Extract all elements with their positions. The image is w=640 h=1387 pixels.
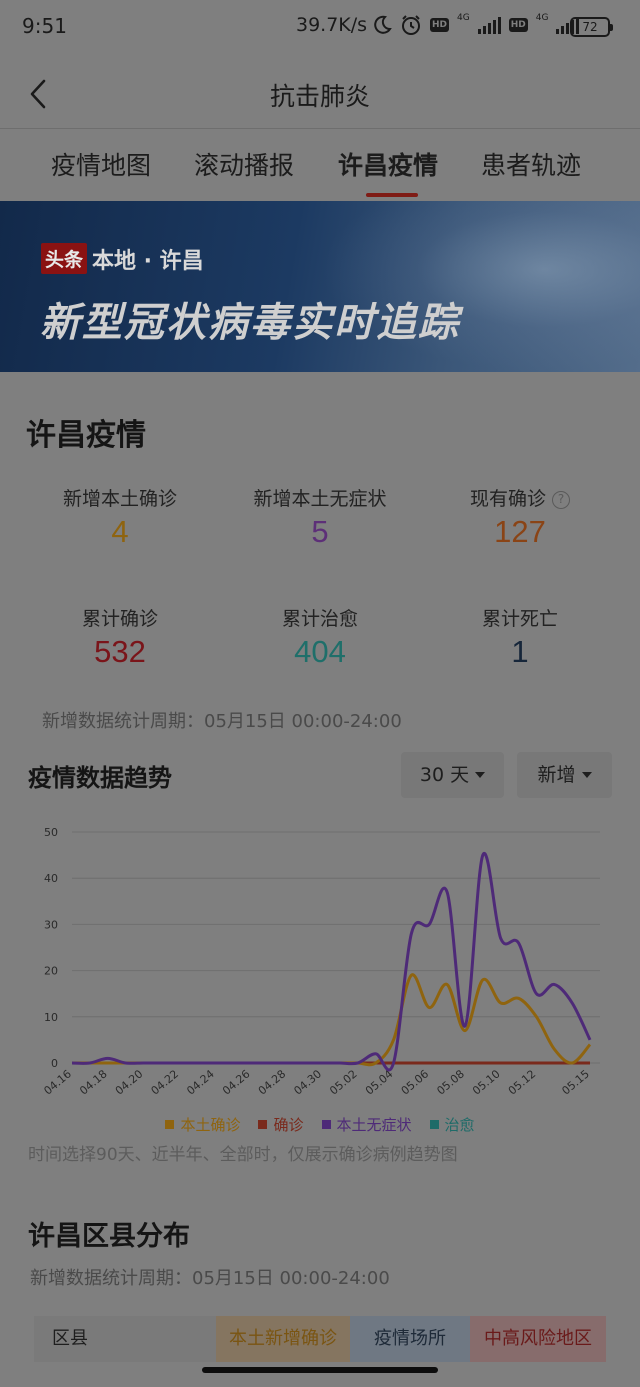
banner-location: 本地 · 许昌	[92, 249, 204, 274]
x-tick-label: 04.28	[256, 1067, 288, 1097]
range-dropdown[interactable]: 30 天	[401, 752, 504, 798]
district-period: 新增数据统计周期：05月15日 00:00-24:00	[30, 1268, 390, 1289]
stat-value-new-local-confirmed: 4	[111, 514, 129, 549]
network-speed: 39.7K/s	[296, 14, 368, 36]
stat-value-new-asymptomatic: 5	[311, 514, 329, 549]
legend-swatch	[165, 1120, 175, 1129]
stat-value-total-deaths: 1	[511, 634, 529, 669]
type-dropdown-value: 新增	[537, 764, 576, 786]
stat-label-total-confirmed: 累计确诊	[81, 608, 158, 630]
legend-swatch	[258, 1120, 268, 1129]
network-type-2: 4G	[535, 13, 549, 23]
legend-item[interactable]: 本土无症状	[321, 1114, 412, 1135]
tab-xuchang-epidemic[interactable]: 许昌疫情	[338, 146, 438, 182]
y-tick-label: 0	[51, 1057, 58, 1070]
hd-icon: HD	[430, 18, 450, 32]
signal-icon	[477, 16, 501, 34]
stat-label-current-confirmed: 现有确诊	[469, 488, 546, 510]
x-tick-label: 04.24	[184, 1067, 216, 1097]
stats-period: 新增数据统计周期：05月15日 00:00-24:00	[42, 711, 402, 732]
x-tick-label: 05.10	[470, 1067, 502, 1097]
legend-label: 本土确诊	[180, 1116, 241, 1134]
battery-icon: 72	[570, 17, 613, 37]
stat-label-new-asymptomatic: 新增本土无症状	[253, 488, 387, 510]
col-local-new-confirmed[interactable]: 本土新增确诊	[216, 1316, 350, 1362]
chart-legend: 本土确诊 确诊 本土无症状 治愈	[0, 1114, 640, 1135]
col-epidemic-sites[interactable]: 疫情场所	[350, 1316, 470, 1362]
col-district[interactable]: 区县	[34, 1316, 216, 1362]
legend-label: 确诊	[273, 1116, 304, 1134]
series-line-0	[72, 973, 592, 1067]
trend-title: 疫情数据趋势	[28, 764, 172, 792]
active-tab-indicator	[366, 193, 418, 197]
y-tick-label: 30	[44, 918, 58, 931]
legend-swatch	[429, 1120, 439, 1129]
district-table-header: 区县 本土新增确诊 疫情场所 中高风险地区	[34, 1316, 606, 1362]
caret-down-icon	[581, 772, 592, 778]
hd-icon-2: HD	[508, 18, 528, 32]
x-tick-label: 05.15	[559, 1067, 591, 1097]
moon-icon	[374, 15, 392, 34]
legend-label: 治愈	[444, 1116, 475, 1134]
x-tick-label: 04.20	[113, 1067, 145, 1097]
status-icons: HD 4G HD 4G	[372, 13, 580, 36]
x-tick-label: 04.16	[41, 1067, 73, 1097]
series-line-2	[71, 851, 592, 1072]
stat-label-new-local-confirmed: 新增本土确诊	[62, 488, 177, 510]
x-tick-label: 04.30	[292, 1067, 324, 1097]
stat-label-total-cured: 累计治愈	[281, 608, 358, 630]
y-tick-label: 10	[44, 1011, 58, 1024]
tab-epidemic-map[interactable]: 疫情地图	[51, 146, 151, 182]
x-tick-label: 04.22	[149, 1067, 181, 1097]
y-tick-label: 50	[44, 826, 58, 839]
col-risk-areas[interactable]: 中高风险地区	[470, 1316, 606, 1362]
district-title: 许昌区县分布	[28, 1221, 190, 1252]
page-title: 抗击肺炎	[269, 82, 370, 111]
alarm-icon	[402, 15, 420, 35]
y-tick-label: 40	[44, 872, 58, 885]
trend-line-chart: 0102030405004.16 04.18 04.20 04.22 04.24 04.2…	[41, 826, 600, 1098]
status-bar: 9:51 39.7K/s HD 4G HD 4G 72	[0, 0, 640, 54]
stat-label-current-confirmed-wrap: 现有确诊 ?	[420, 484, 620, 511]
stat-value-total-cured: 404	[294, 634, 346, 669]
tab-patient-tracks[interactable]: 患者轨迹	[481, 146, 581, 182]
range-dropdown-value: 30 天	[419, 764, 470, 786]
type-dropdown[interactable]: 新增	[517, 752, 612, 798]
x-tick-label: 05.06	[399, 1067, 431, 1097]
network-type-1: 4G	[457, 13, 470, 23]
y-tick-label: 20	[44, 965, 58, 978]
legend-item[interactable]: 治愈	[429, 1114, 475, 1135]
stat-value-current-confirmed: 127	[494, 514, 546, 549]
legend-swatch	[321, 1120, 331, 1129]
legend-item[interactable]: 本土确诊	[165, 1114, 240, 1135]
trend-note: 时间选择90天、近半年、全部时，仅展示确诊病例趋势图	[28, 1145, 458, 1165]
x-tick-label: 04.26	[220, 1067, 252, 1097]
legend-label: 本土无症状	[336, 1116, 412, 1134]
section-title: 许昌疫情	[26, 418, 146, 453]
x-tick-label: 05.02	[327, 1067, 359, 1097]
question-circle-icon[interactable]: ?	[552, 491, 571, 509]
caret-down-icon	[475, 772, 486, 778]
stat-value-total-confirmed: 532	[94, 634, 146, 669]
legend-item[interactable]: 确诊	[258, 1114, 304, 1135]
stat-label-total-deaths: 累计死亡	[481, 608, 558, 630]
banner-headline: 新型冠状病毒实时追踪	[40, 300, 460, 346]
tab-live-news[interactable]: 滚动播报	[194, 146, 294, 182]
x-tick-label: 05.08	[434, 1067, 466, 1097]
x-tick-label: 05.12	[506, 1067, 538, 1097]
status-time: 9:51	[22, 14, 67, 38]
home-indicator[interactable]	[202, 1367, 438, 1373]
x-tick-label: 04.18	[77, 1067, 109, 1097]
header-divider	[0, 128, 640, 129]
toutiao-badge: 头条	[41, 243, 88, 274]
x-tick-label: 05.04	[363, 1067, 395, 1097]
